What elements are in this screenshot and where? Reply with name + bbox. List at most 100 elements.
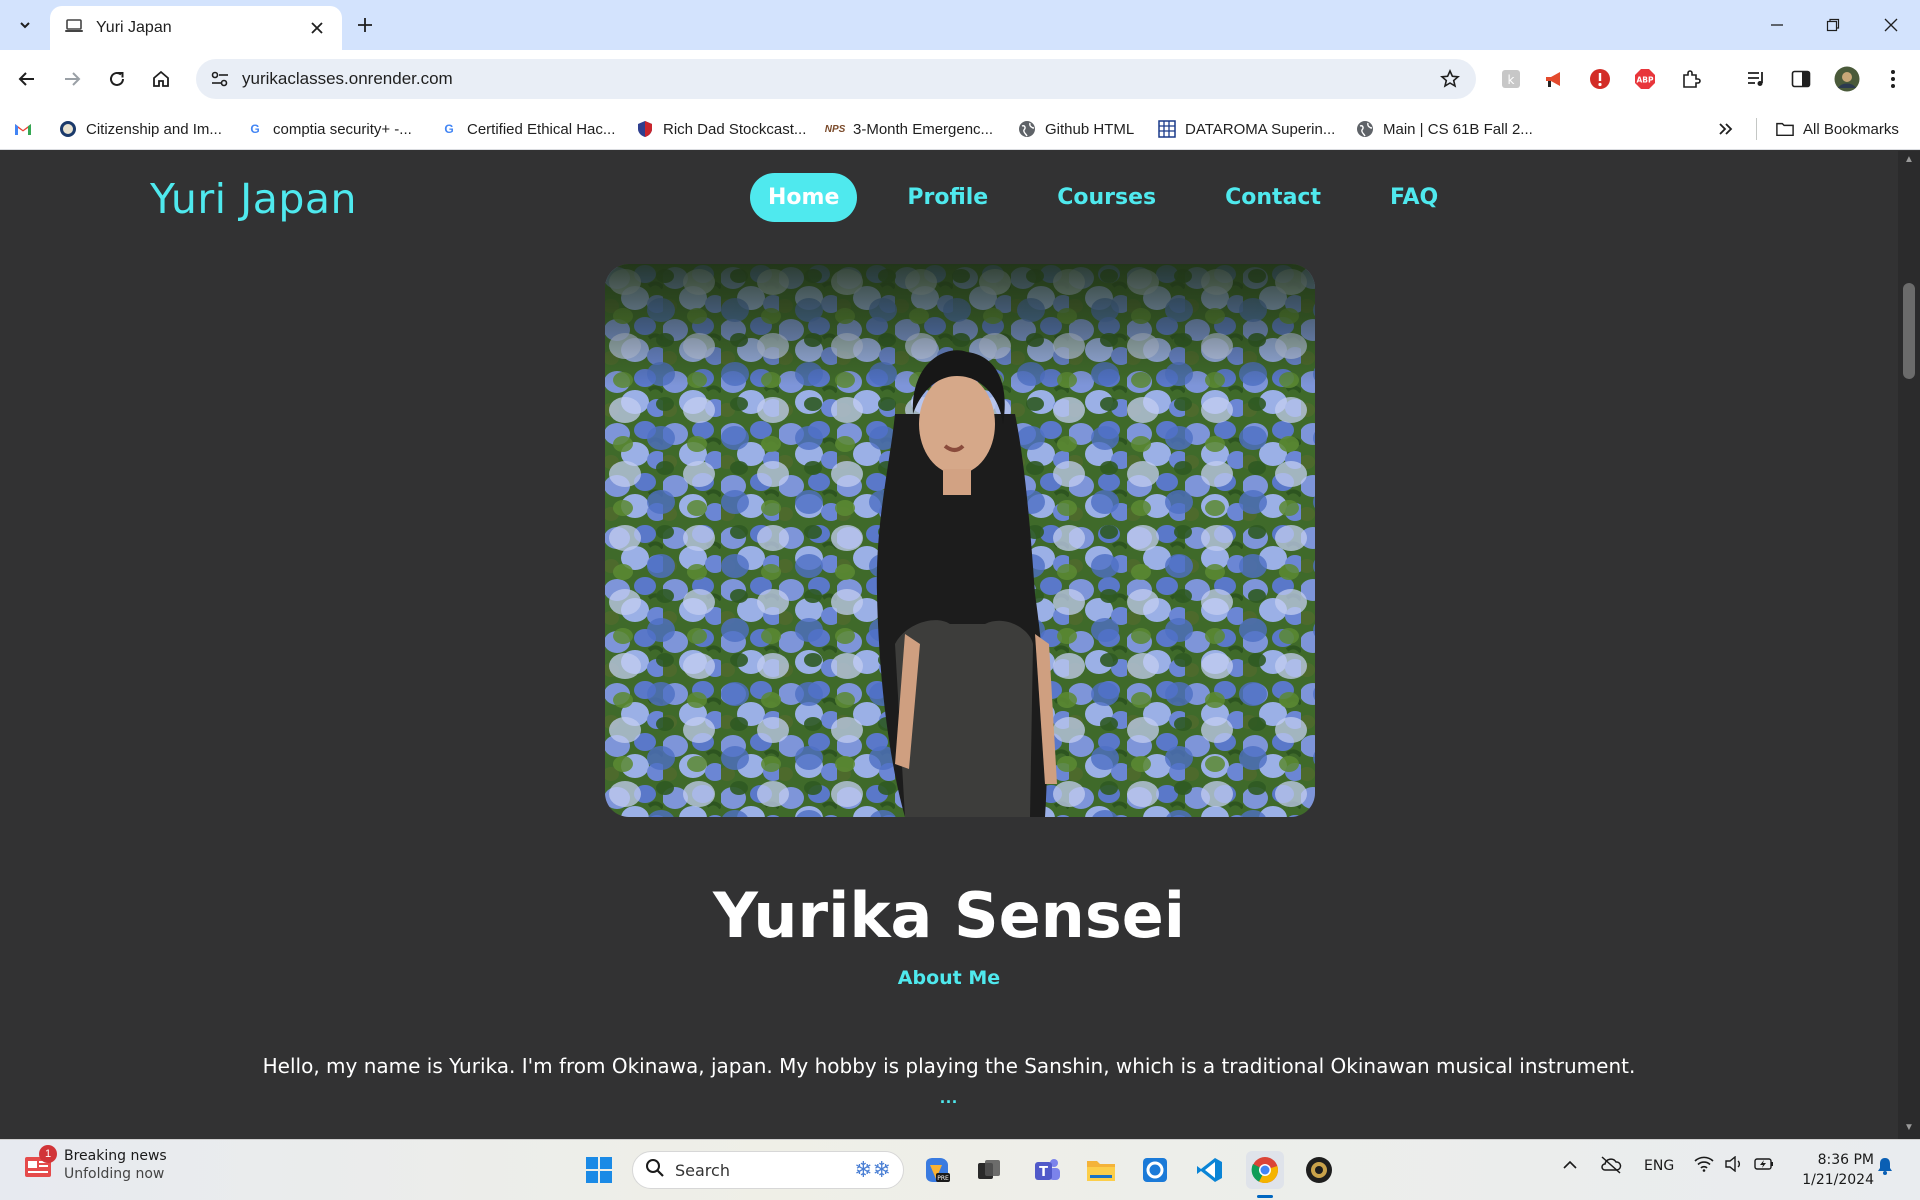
grid-icon [1158,120,1176,138]
bookmark-label: 3-Month Emergenc... [853,120,994,138]
extensions-puzzle-icon[interactable] [1676,64,1706,94]
lastpass-extension-icon[interactable] [1585,64,1615,94]
bookmark-label: Rich Dad Stockcast... [663,120,807,138]
windows-start-icon[interactable] [580,1151,618,1189]
folder-icon [1776,120,1794,138]
all-bookmarks-label: All Bookmarks [1803,120,1899,138]
notification-bell-icon[interactable] [1876,1156,1894,1180]
nav-home[interactable]: Home [750,173,858,222]
minimize-icon[interactable] [1762,10,1792,40]
scroll-down-arrow-icon[interactable]: ▼ [1904,1123,1914,1133]
battery-charging-icon[interactable] [1754,1156,1776,1176]
google-icon: G [250,122,260,136]
read-more-dots[interactable]: ... [0,1087,1898,1108]
chrome-active-indicator [1257,1195,1273,1198]
nav-profile[interactable]: Profile [889,173,1006,222]
scroll-thumb[interactable] [1903,283,1915,379]
browser-tab[interactable]: Yuri Japan [50,6,342,50]
clock-time: 8:36 PM [1817,1152,1874,1168]
url-text[interactable]: yurikaclasses.onrender.com [242,69,1430,89]
bookmark-comptia[interactable]: G comptia security+ -... [246,118,412,140]
nps-icon: NPS [824,123,846,135]
bookmark-gmail[interactable] [14,118,41,140]
bookmark-label: comptia security+ -... [273,120,412,138]
site-info-icon[interactable] [200,59,240,99]
bookmark-emergency[interactable]: NPS 3-Month Emergenc... [824,118,994,140]
bookmark-dataroma[interactable]: DATAROMA Superin... [1158,118,1335,140]
bookmark-rich-dad[interactable]: Rich Dad Stockcast... [636,118,806,140]
task-view-icon[interactable] [970,1151,1008,1189]
close-tab-icon[interactable] [306,17,328,39]
back-arrow-icon[interactable] [11,63,43,95]
bookmark-citizenship[interactable]: Citizenship and Im... [59,118,222,140]
profile-avatar[interactable] [1832,64,1862,94]
svg-text:ABP: ABP [1636,76,1654,85]
chrome-taskbar-icon[interactable] [1246,1151,1284,1189]
forward-arrow-icon[interactable] [56,63,88,95]
bookmark-label: Certified Ethical Hac... [467,120,616,138]
site-nav: Home Profile Courses Contact FAQ [750,173,1489,222]
onedrive-off-icon[interactable] [1600,1156,1622,1178]
svg-text:T: T [1039,1165,1048,1180]
side-panel-icon[interactable] [1786,64,1816,94]
laptop-icon [64,18,84,39]
close-window-icon[interactable] [1876,10,1906,40]
more-bookmarks-chevron-icon[interactable] [1718,118,1734,140]
site-logo[interactable]: Yuri Japan [150,175,357,223]
snowflake-highlight-icon: ❄❄ [854,1157,891,1182]
wifi-icon[interactable] [1694,1156,1714,1176]
megaphone-extension-icon[interactable] [1540,64,1570,94]
system-clock[interactable]: 8:36 PM 1/21/2024 [1790,1150,1874,1190]
language-indicator[interactable]: ENG [1644,1158,1674,1174]
bookmark-label: Citizenship and Im... [86,120,222,138]
scroll-up-arrow-icon[interactable]: ▲ [1904,155,1914,165]
home-icon[interactable] [145,63,177,95]
all-bookmarks-button[interactable]: All Bookmarks [1776,118,1899,140]
profile-photo [605,264,1315,817]
volume-icon[interactable] [1724,1155,1744,1176]
restore-icon[interactable] [1818,10,1848,40]
copilot-icon[interactable]: PRE [918,1151,956,1189]
shield-icon [636,120,654,138]
gmail-icon [14,120,32,138]
media-controls-icon[interactable] [1742,64,1772,94]
tab-search-chevron-icon[interactable] [12,12,38,38]
clock-date: 1/21/2024 [1802,1172,1874,1188]
reload-icon[interactable] [101,63,133,95]
bookmark-github-html[interactable]: Github HTML [1018,118,1134,140]
news-badge: 1 [39,1145,57,1163]
adblock-plus-icon[interactable]: ABP [1630,64,1660,94]
news-widget[interactable]: 1 Breaking news Unfolding now [22,1145,167,1182]
bookmark-label: Main | CS 61B Fall 2... [1383,120,1533,138]
news-subtitle: Unfolding now [64,1166,165,1182]
teams-icon[interactable]: T [1028,1151,1066,1189]
ms-store-icon[interactable] [1136,1151,1174,1189]
bookmarks-bar: Citizenship and Im... G comptia security… [0,108,1920,150]
file-explorer-icon[interactable] [1082,1151,1120,1189]
bookmark-star-icon[interactable] [1430,59,1470,99]
browser-toolbar: yurikaclasses.onrender.com k ABP [0,50,1920,108]
news-title: Breaking news [64,1148,167,1164]
bookmark-label: DATAROMA Superin... [1185,120,1336,138]
search-placeholder: Search [675,1160,730,1180]
tab-title: Yuri Japan [96,19,172,36]
bookmark-cs61b[interactable]: Main | CS 61B Fall 2... [1356,118,1533,140]
address-bar[interactable]: yurikaclasses.onrender.com [196,59,1476,99]
nav-contact[interactable]: Contact [1207,173,1339,222]
bookmarks-divider [1756,118,1757,140]
chrome-menu-icon[interactable] [1878,64,1908,94]
search-icon [645,1158,665,1183]
bookmark-ethical-hacker[interactable]: G Certified Ethical Hac... [440,118,615,140]
vscode-icon[interactable] [1190,1151,1228,1189]
extension-k-icon[interactable]: k [1496,64,1526,94]
taskbar-search[interactable]: Search ❄❄ [632,1151,904,1189]
page-scrollbar[interactable]: ▲ ▼ [1898,151,1920,1139]
nav-courses[interactable]: Courses [1039,173,1174,222]
svg-text:PRE: PRE [937,1175,949,1182]
new-tab-plus-icon[interactable] [352,12,378,38]
hero-name-heading: Yurika Sensei [712,879,1186,952]
show-hidden-icons-chevron-icon[interactable] [1563,1158,1577,1174]
nav-faq[interactable]: FAQ [1372,173,1456,222]
app-icon-dark[interactable] [1300,1151,1338,1189]
about-me-label: About Me [897,967,1001,989]
